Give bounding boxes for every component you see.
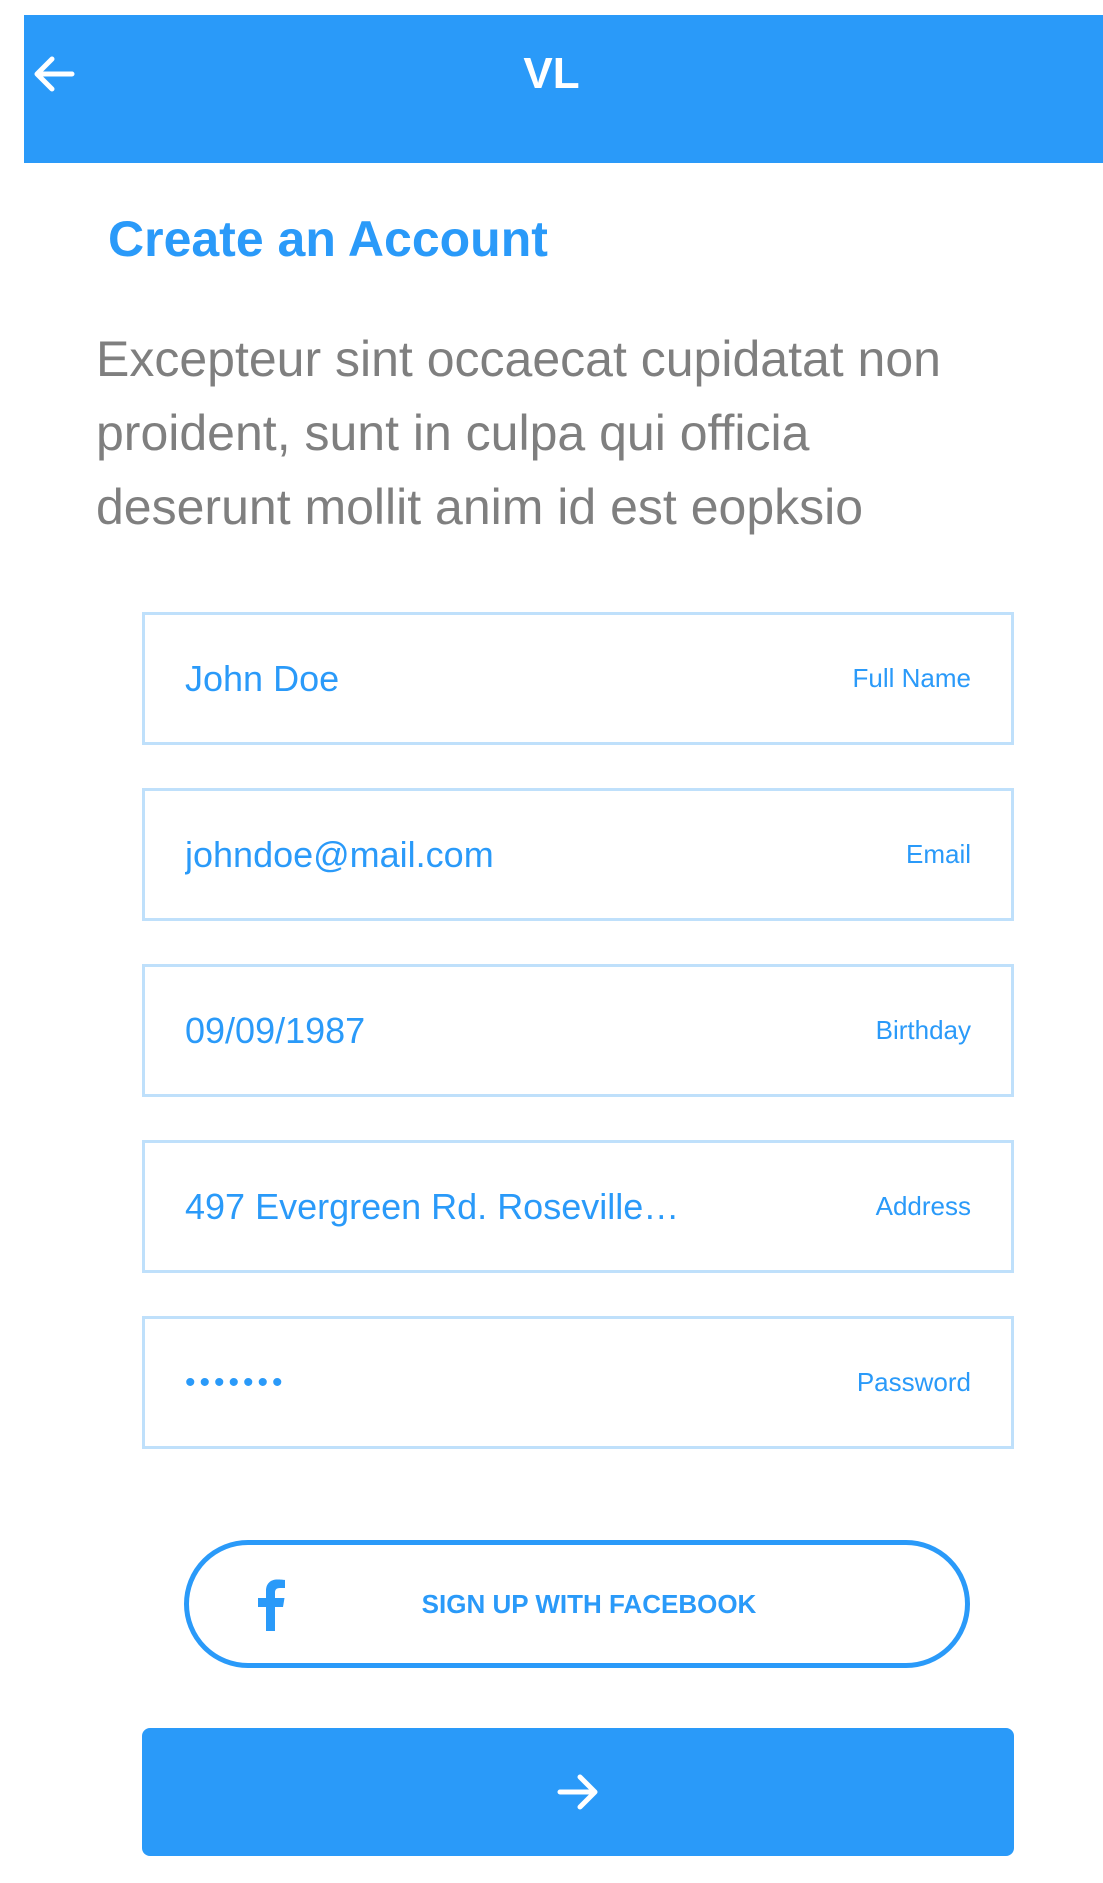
- address-field[interactable]: 497 Evergreen Rd. Roseville… Address: [142, 1140, 1014, 1273]
- page-title: Create an Account: [108, 211, 548, 267]
- birthday-label: Birthday: [875, 1015, 971, 1045]
- intro-line: Excepteur sint occaecat cupidatat non: [96, 331, 941, 387]
- password-label: Password: [856, 1367, 971, 1397]
- password-value: •••••••: [185, 1366, 287, 1399]
- intro-line: proident, sunt in culpa qui officia: [96, 405, 810, 461]
- full-name-field[interactable]: John Doe Full Name: [142, 612, 1014, 745]
- email-field[interactable]: johndoe@mail.com Email: [142, 788, 1014, 921]
- arrow-right-icon: [548, 1762, 608, 1822]
- email-label: Email: [905, 839, 971, 869]
- signup-screen: VL Create an Account Excepteur sint occa…: [0, 0, 1103, 1883]
- arrow-left-icon: [24, 44, 84, 104]
- submit-button[interactable]: [142, 1728, 1014, 1856]
- facebook-button-label: SIGN UP WITH FACEBOOK: [421, 1589, 757, 1619]
- birthday-field[interactable]: 09/09/1987 Birthday: [142, 964, 1014, 1097]
- address-label: Address: [875, 1191, 971, 1221]
- facebook-signup-button[interactable]: SIGN UP WITH FACEBOOK: [184, 1540, 970, 1668]
- intro-text: Excepteur sint occaecat cupidatat non pr…: [96, 322, 1046, 544]
- address-value: 497 Evergreen Rd. Roseville…: [185, 1186, 680, 1227]
- birthday-value: 09/09/1987: [185, 1010, 366, 1051]
- intro-line: deserunt mollit anim id est eopksio: [96, 479, 864, 535]
- header-bar: [24, 15, 1103, 163]
- email-value: johndoe@mail.com: [185, 834, 494, 875]
- full-name-value: John Doe: [185, 658, 340, 699]
- full-name-label: Full Name: [852, 663, 971, 693]
- back-button[interactable]: [24, 44, 84, 104]
- password-field[interactable]: ••••••• Password: [142, 1316, 1014, 1449]
